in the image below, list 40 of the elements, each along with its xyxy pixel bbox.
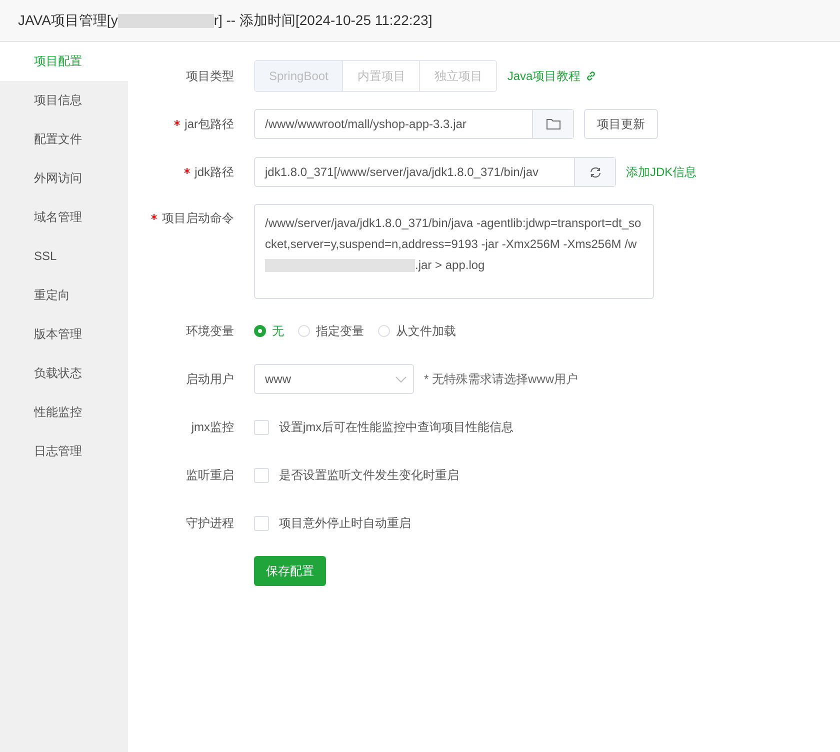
link-icon bbox=[584, 70, 597, 82]
sidebar-item[interactable]: 日志管理 bbox=[0, 432, 128, 471]
update-button[interactable]: 项目更新 bbox=[584, 109, 658, 139]
field-label: 启动用户 bbox=[185, 370, 234, 388]
field-label: 环境变量 bbox=[185, 322, 234, 340]
sidebar-item[interactable]: 域名管理 bbox=[0, 198, 128, 237]
folder-icon bbox=[546, 118, 560, 130]
checkbox-option[interactable]: 项目意外停止时自动重启 bbox=[254, 514, 411, 532]
sidebar-item[interactable]: 重定向 bbox=[0, 276, 128, 315]
user-select[interactable]: www bbox=[254, 364, 414, 394]
sidebar-item[interactable]: 性能监控 bbox=[0, 393, 128, 432]
window-title: JAVA项目管理[y r] -- 添加时间[2024-10-25 11:22:23] bbox=[18, 12, 432, 30]
checkbox-option[interactable]: 是否设置监听文件发生变化时重启 bbox=[254, 466, 459, 484]
chevron-icon bbox=[395, 376, 407, 382]
refresh-button[interactable] bbox=[574, 158, 615, 186]
hint-text: * 无特殊需求请选择www用户 bbox=[424, 370, 578, 388]
field-label: jmx监控 bbox=[190, 418, 234, 436]
sidebar-item[interactable]: 外网访问 bbox=[0, 159, 128, 198]
sidebar-item[interactable]: 配置文件 bbox=[0, 120, 128, 159]
field-label: 项目类型 bbox=[185, 68, 234, 84]
command-textarea[interactable]: /www/server/java/jdk1.8.0_371/bin/java -agentlib:jdwp=transport=dt_socket,server=y,suspend=n,address=9193 -jar -Xmx256M -Xms256M /w .jar > app.log bbox=[254, 204, 654, 299]
radio-option[interactable]: 指定变量 bbox=[298, 322, 364, 340]
folder-button[interactable] bbox=[532, 110, 573, 138]
checkbox[interactable] bbox=[254, 468, 269, 482]
jdk-select[interactable]: jdk1.8.0_371[/www/server/java/jdk1.8.0_371/bin/jav bbox=[254, 157, 616, 187]
field-label: 监听重启 bbox=[185, 466, 234, 484]
field-label: jdk路径 bbox=[128, 164, 234, 180]
refresh-icon bbox=[588, 166, 602, 178]
checkbox-option[interactable]: 设置jmx后可在性能监控中查询项目性能信息 bbox=[254, 418, 514, 436]
checkbox[interactable] bbox=[254, 516, 269, 530]
field-label: 项目启动命令 bbox=[128, 204, 234, 227]
field-label: jar包路径 bbox=[128, 116, 234, 132]
jar-path-field[interactable]: /www/wwwroot/mall/yshop-app-3.3.jar bbox=[254, 109, 574, 139]
sidebar-item[interactable]: SSL bbox=[0, 237, 128, 276]
radio-option[interactable]: 从文件加载 bbox=[378, 322, 456, 340]
sidebar-item[interactable]: 项目信息 bbox=[0, 81, 128, 120]
field-label: 守护进程 bbox=[185, 514, 234, 532]
checkbox[interactable] bbox=[254, 420, 269, 434]
sidebar-item[interactable]: 负载状态 bbox=[0, 354, 128, 393]
sidebar-item[interactable]: 版本管理 bbox=[0, 315, 128, 354]
